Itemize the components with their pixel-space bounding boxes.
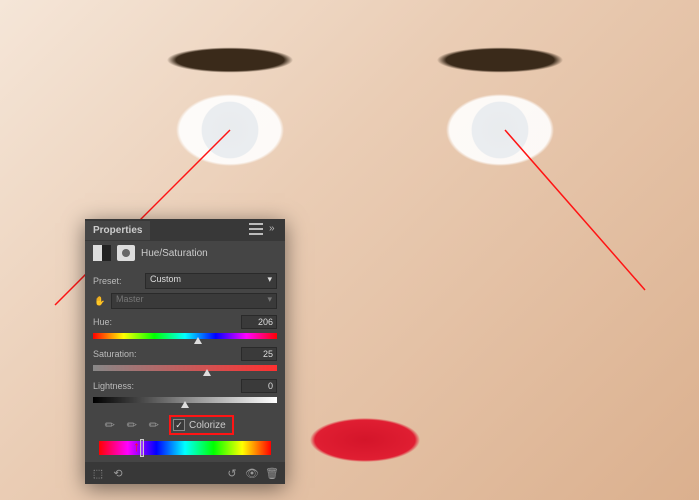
panel-collapse-icon[interactable]: » (269, 223, 281, 235)
saturation-value-input[interactable]: 25 (241, 347, 277, 361)
lightness-label: Lightness: (93, 381, 134, 391)
hue-slider-thumb[interactable] (194, 337, 202, 344)
hue-slider-row: Hue: 206 (93, 315, 277, 341)
panel-footer: ⬚ ⟲ ↺ 👁 🗑 (85, 462, 285, 484)
eyedropper-icon[interactable]: ✎ (100, 415, 120, 435)
hue-value-input[interactable]: 206 (241, 315, 277, 329)
view-previous-icon[interactable]: ⟲ (111, 466, 125, 480)
targeted-adjust-icon[interactable]: ✋ (93, 296, 107, 307)
chevron-down-icon: ▾ (267, 294, 272, 305)
lightness-slider[interactable] (93, 395, 277, 405)
preset-label: Preset: (93, 276, 141, 286)
hue-slider[interactable] (93, 331, 277, 341)
panel-header: Hue/Saturation (85, 241, 285, 265)
preset-row: Preset: Custom ▾ (93, 273, 277, 289)
hue-label: Hue: (93, 317, 112, 327)
lightness-slider-row: Lightness: 0 (93, 379, 277, 405)
panel-menu-icon[interactable] (249, 223, 263, 235)
panel-tab-properties[interactable]: Properties (85, 221, 150, 240)
channel-row: ✋ Master ▾ (93, 293, 277, 309)
clip-to-layer-icon[interactable]: ⬚ (91, 466, 105, 480)
adjustment-icon[interactable] (93, 245, 111, 261)
panel-body: Preset: Custom ▾ ✋ Master ▾ Hue: 206 (85, 265, 285, 463)
colorize-checkbox[interactable]: ✓ (173, 419, 185, 431)
adjustment-name: Hue/Saturation (141, 248, 208, 259)
eyedropper-add-icon[interactable]: ✎ (122, 415, 142, 435)
chevron-down-icon: ▾ (267, 274, 272, 285)
reset-icon[interactable]: ↺ (225, 466, 239, 480)
range-handle[interactable] (140, 439, 144, 457)
saturation-slider-row: Saturation: 25 (93, 347, 277, 373)
eyedropper-row: ✎ ✎ ✎ ✓ Colorize (103, 415, 277, 435)
saturation-label: Saturation: (93, 349, 137, 359)
eyedropper-subtract-icon[interactable]: ✎ (144, 415, 164, 435)
panel-tabbar: Properties » (85, 219, 285, 241)
saturation-slider-thumb[interactable] (203, 369, 211, 376)
colorize-highlight: ✓ Colorize (169, 415, 234, 435)
channel-select[interactable]: Master ▾ (111, 293, 277, 309)
lightness-value-input[interactable]: 0 (241, 379, 277, 393)
visibility-icon[interactable]: 👁 (245, 466, 259, 480)
mask-icon[interactable] (117, 245, 135, 261)
saturation-slider[interactable] (93, 363, 277, 373)
lightness-slider-thumb[interactable] (181, 401, 189, 408)
colorize-label: Colorize (189, 420, 226, 431)
properties-panel: Properties » Hue/Saturation Preset: Cust… (85, 219, 285, 484)
preset-select[interactable]: Custom ▾ (145, 273, 277, 289)
color-range-strip[interactable] (99, 441, 271, 455)
trash-icon[interactable]: 🗑 (265, 466, 279, 480)
